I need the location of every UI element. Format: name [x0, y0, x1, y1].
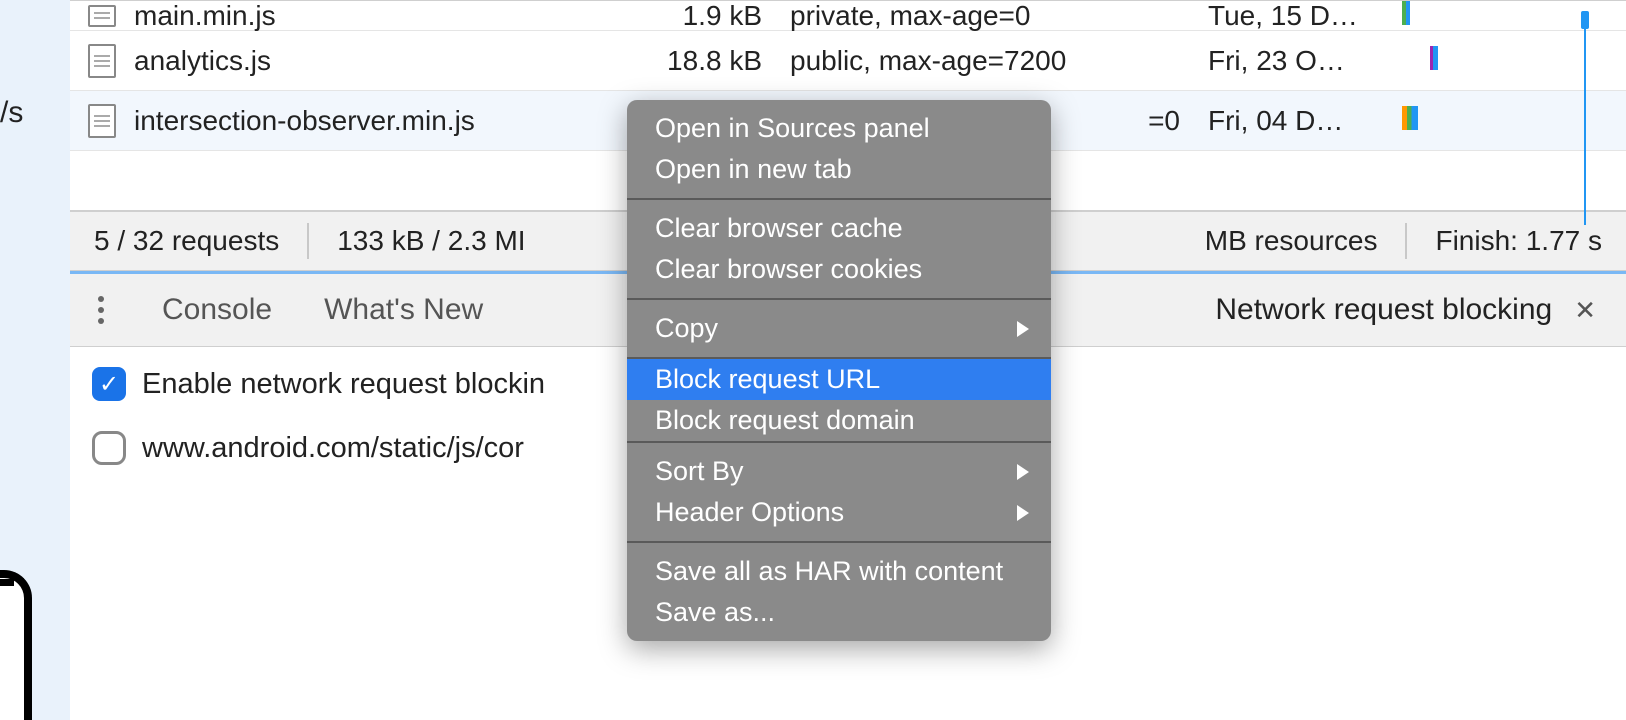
tab-whats-new[interactable]: What's New — [324, 293, 483, 327]
status-transferred: 133 kB / 2.3 MI — [337, 225, 525, 257]
menu-open-in-new-tab[interactable]: Open in new tab — [627, 149, 1051, 190]
device-notch-fragment — [0, 579, 14, 586]
tab-underline — [1211, 348, 1608, 352]
close-icon[interactable]: ✕ — [1566, 291, 1604, 330]
menu-header-options-label: Header Options — [655, 497, 844, 528]
checkbox-unchecked-icon[interactable] — [92, 431, 126, 465]
request-size: 18.8 kB — [590, 45, 776, 77]
menu-sort-by-label: Sort By — [655, 456, 744, 487]
menu-copy[interactable]: Copy — [627, 308, 1051, 349]
file-icon — [88, 104, 116, 138]
left-label-fragment: /s — [0, 96, 23, 130]
request-name: main.min.js — [134, 0, 276, 32]
request-time: Fri, 23 O… — [1194, 45, 1392, 77]
menu-copy-label: Copy — [655, 313, 718, 344]
request-size: 1.9 kB — [590, 0, 776, 32]
waterfall-bar — [1430, 46, 1438, 70]
separator — [1405, 223, 1407, 259]
tab-console[interactable]: Console — [162, 293, 272, 327]
tab-network-request-blocking[interactable]: Network request blocking — [1215, 293, 1552, 327]
waterfall-cell — [1392, 45, 1626, 77]
menu-block-request-url[interactable]: Block request URL — [627, 359, 1051, 400]
chevron-right-icon — [1017, 321, 1029, 337]
menu-block-request-domain[interactable]: Block request domain — [627, 400, 1051, 441]
waterfall-bar — [1402, 106, 1418, 130]
file-icon — [88, 5, 116, 27]
menu-open-in-sources[interactable]: Open in Sources panel — [627, 108, 1051, 149]
checkbox-checked-icon[interactable]: ✓ — [92, 367, 126, 401]
request-cache: private, max-age=0 — [776, 0, 1194, 32]
separator — [307, 223, 309, 259]
request-name: analytics.js — [134, 45, 271, 77]
enable-blocking-label: Enable network request blockin — [142, 368, 545, 401]
request-time: Fri, 04 D… — [1194, 105, 1392, 137]
left-strip: /s — [0, 0, 70, 720]
request-cache: public, max-age=7200 — [776, 45, 1194, 77]
menu-clear-browser-cookies[interactable]: Clear browser cookies — [627, 249, 1051, 290]
status-requests: 5 / 32 requests — [94, 225, 279, 257]
chevron-right-icon — [1017, 505, 1029, 521]
menu-save-all-as-har[interactable]: Save all as HAR with content — [627, 551, 1051, 592]
table-row[interactable]: main.min.js 1.9 kB private, max-age=0 Tu… — [70, 1, 1626, 31]
waterfall-cell — [1392, 105, 1626, 137]
more-menu-icon[interactable] — [92, 290, 110, 330]
table-row[interactable]: analytics.js 18.8 kB public, max-age=720… — [70, 31, 1626, 91]
request-time: Tue, 15 D… — [1194, 0, 1392, 32]
device-frame-fragment — [0, 570, 32, 720]
context-menu: Open in Sources panel Open in new tab Cl… — [627, 100, 1051, 641]
status-resources: MB resources — [1205, 225, 1378, 257]
request-name: intersection-observer.min.js — [134, 105, 475, 137]
menu-header-options[interactable]: Header Options — [627, 492, 1051, 533]
waterfall-bar — [1402, 1, 1410, 25]
chevron-right-icon — [1017, 464, 1029, 480]
menu-save-as[interactable]: Save as... — [627, 592, 1051, 633]
file-icon — [88, 44, 116, 78]
status-finish: Finish: 1.77 s — [1435, 225, 1602, 257]
menu-clear-browser-cache[interactable]: Clear browser cache — [627, 208, 1051, 249]
menu-sort-by[interactable]: Sort By — [627, 451, 1051, 492]
waterfall-cell — [1392, 0, 1626, 32]
blocking-pattern-label: www.android.com/static/js/cor — [142, 432, 524, 465]
